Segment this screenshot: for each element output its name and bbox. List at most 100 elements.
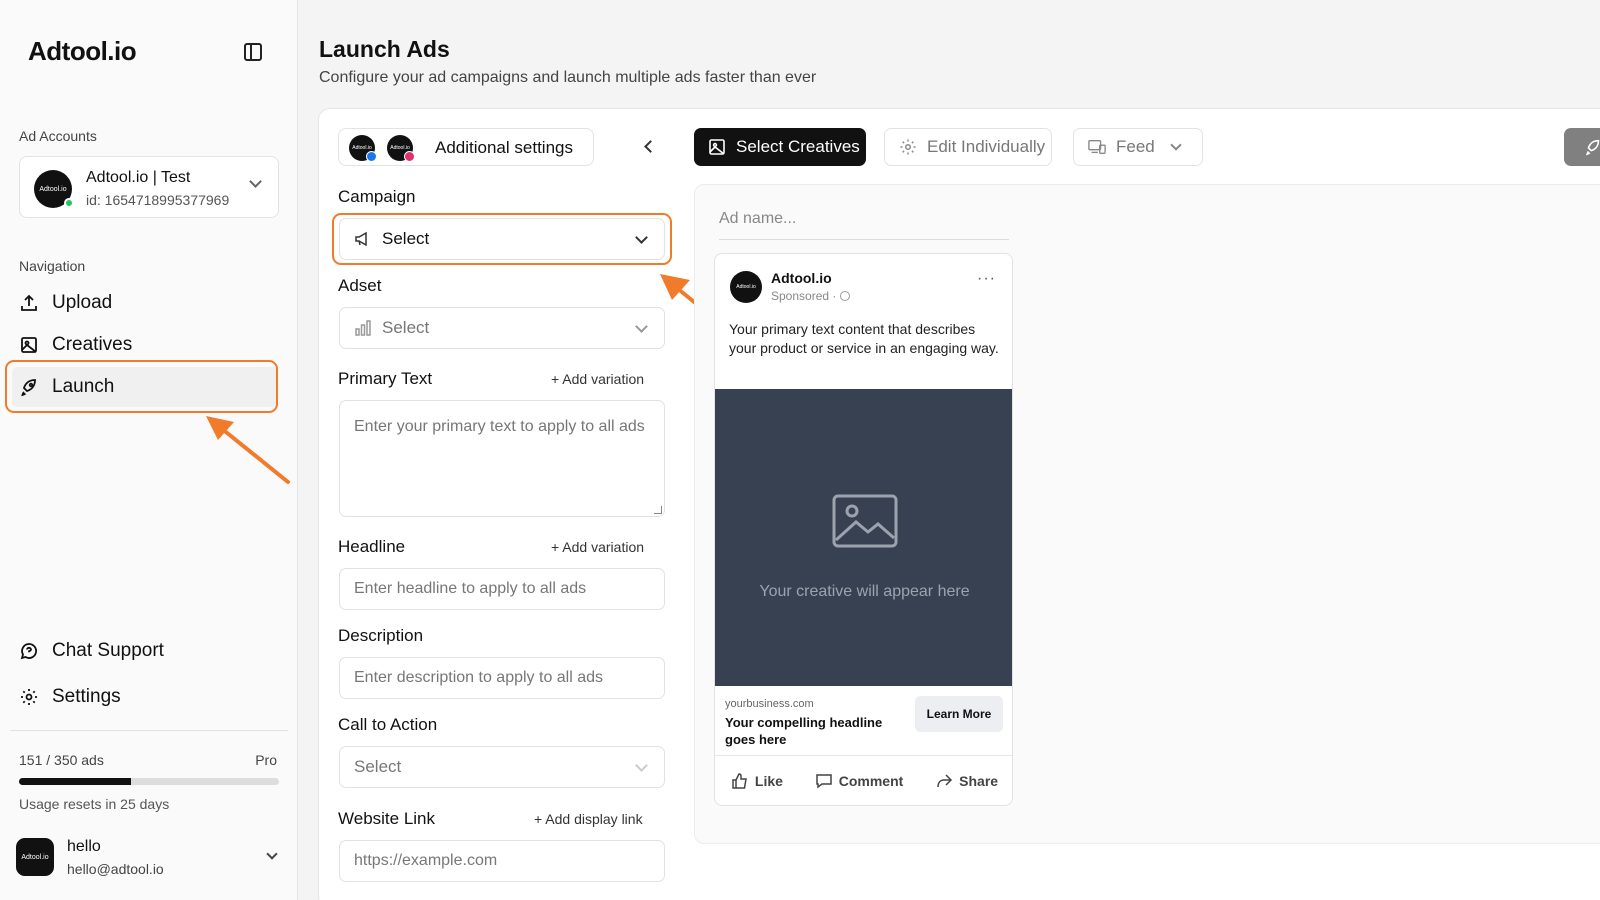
call-to-action-select[interactable]: Select	[339, 746, 665, 788]
media-placeholder-text: Your creative will appear here	[759, 583, 970, 600]
like-label: Like	[754, 773, 783, 789]
website-link-label: Website Link	[338, 809, 436, 828]
ad-accounts-label: Ad Accounts	[19, 128, 97, 144]
page-title: Launch Ads	[319, 36, 450, 62]
campaign-select[interactable]: Select	[339, 218, 665, 260]
website-link-placeholder: https://example.com	[354, 852, 498, 869]
chevron-down-icon	[249, 175, 262, 188]
account-id: id: 1654718995377969	[86, 192, 230, 208]
ad-primary-text: Your primary text content that describes…	[729, 321, 999, 356]
edit-individually-label: Edit Individually	[927, 137, 1046, 156]
add-variation-label: Add variation	[562, 371, 645, 387]
add-variation-label: Add variation	[562, 539, 645, 555]
image-placeholder-icon	[832, 494, 898, 548]
headline-placeholder: Enter headline to apply to all ads	[354, 580, 587, 597]
usage-progress-fill	[19, 778, 132, 785]
user-name: hello	[67, 838, 101, 855]
chevron-down-icon	[1170, 139, 1182, 151]
headline-input[interactable]: Enter headline to apply to all ads	[339, 568, 665, 610]
image-icon	[708, 138, 726, 156]
sidebar-item-label: Settings	[52, 686, 121, 707]
chevron-down-icon	[635, 759, 648, 772]
ad-preview-card: Adtool.io Adtool.io Sponsored · ··· Your…	[714, 253, 1013, 806]
sidebar-item-creatives[interactable]: Creatives	[12, 325, 278, 365]
devices-icon	[1088, 138, 1106, 156]
call-to-action-label: Call to Action	[338, 715, 438, 734]
sidebar-item-chat-support[interactable]: Chat Support	[12, 631, 278, 671]
ad-headline: Your compelling headline goes here	[725, 715, 883, 747]
add-primary-text-variation-button[interactable]: + Add variation	[551, 371, 644, 387]
facebook-icon	[366, 151, 377, 162]
additional-settings-button[interactable]: Adtool.io Adtool.io Additional settings	[338, 128, 594, 166]
primary-text-input[interactable]: Enter your primary text to apply to all …	[339, 400, 665, 517]
headline-label: Headline	[338, 537, 406, 556]
share-button[interactable]: Share	[935, 772, 998, 790]
ad-actions-bar: Like Comment Share	[715, 756, 1012, 805]
divider	[10, 730, 288, 731]
edit-individually-button[interactable]: Edit Individually	[884, 128, 1052, 166]
comment-button[interactable]: Comment	[815, 772, 904, 790]
ad-name-placeholder: Ad name...	[719, 210, 797, 227]
page-subtitle: Configure your ad campaigns and launch m…	[319, 69, 817, 86]
usage-progress-bar	[19, 778, 279, 785]
primary-text-placeholder: Enter your primary text to apply to all …	[354, 418, 645, 435]
add-display-link-button[interactable]: + Add display link	[534, 811, 643, 827]
app-logo: Adtool.io	[28, 36, 137, 66]
globe-icon	[839, 291, 850, 301]
primary-text-label: Primary Text	[338, 369, 433, 388]
user-email: hello@adtool.io	[67, 861, 164, 877]
image-icon	[19, 335, 39, 355]
user-avatar: Adtool.io	[16, 838, 54, 876]
website-link-input[interactable]: https://example.com	[339, 840, 665, 882]
sidebar-item-upload[interactable]: Upload	[12, 283, 278, 323]
more-options-icon[interactable]: ···	[977, 270, 996, 288]
select-creatives-label: Select Creatives	[736, 137, 860, 156]
resize-handle[interactable]	[654, 506, 662, 514]
select-creatives-button[interactable]: Select Creatives	[694, 128, 866, 166]
placement-feed-select[interactable]: Feed	[1073, 128, 1203, 166]
navigation-label: Navigation	[19, 258, 86, 274]
sidebar-item-label: Chat Support	[52, 640, 164, 661]
comment-label: Comment	[838, 773, 904, 789]
instagram-icon	[404, 151, 415, 162]
sidebar-item-settings[interactable]: Settings	[12, 677, 278, 717]
sponsored-text: Sponsored ·	[771, 289, 837, 303]
share-label: Share	[959, 773, 999, 789]
add-headline-variation-button[interactable]: + Add variation	[551, 539, 644, 555]
adset-select[interactable]: Select	[339, 307, 665, 349]
add-display-link-label: Add display link	[545, 811, 643, 827]
megaphone-icon	[354, 230, 372, 248]
account-name: Adtool.io | Test	[86, 169, 191, 186]
sidebar-toggle-icon[interactable]	[244, 43, 262, 61]
ad-brand-avatar: Adtool.io	[730, 271, 762, 303]
ad-link-row: yourbusiness.com Your compelling headlin…	[715, 686, 1012, 756]
rocket-icon	[19, 377, 39, 397]
ad-brand-name: Adtool.io	[771, 270, 832, 286]
thumbs-up-icon	[732, 773, 747, 789]
adset-label: Adset	[338, 276, 382, 295]
launch-button[interactable]	[1564, 128, 1600, 166]
like-button[interactable]: Like	[731, 772, 783, 790]
upload-icon	[19, 293, 39, 313]
sidebar-item-launch[interactable]: Launch	[12, 367, 278, 407]
description-label: Description	[338, 626, 424, 645]
user-menu-chevron-icon[interactable]	[266, 848, 278, 860]
sidebar-item-label: Creatives	[52, 334, 133, 355]
plan-badge: Pro	[255, 752, 277, 768]
gear-icon	[899, 138, 917, 156]
sidebar: Adtool.io Ad Accounts Adtool.io Adtool.i…	[0, 0, 298, 900]
additional-settings-label: Additional settings	[435, 138, 573, 157]
rocket-icon	[1586, 139, 1600, 156]
sidebar-item-label: Upload	[52, 292, 113, 313]
campaign-label: Campaign	[338, 187, 416, 206]
ad-account-selector[interactable]: Adtool.io Adtool.io | Test id: 165471899…	[19, 156, 279, 218]
adset-select-value: Select	[382, 318, 430, 337]
learn-more-button[interactable]: Learn More	[915, 696, 1003, 732]
ad-name-input[interactable]: Ad name...	[719, 210, 1009, 240]
feed-label: Feed	[1116, 137, 1155, 156]
description-input[interactable]: Enter description to apply to all ads	[339, 657, 665, 699]
chat-icon	[19, 641, 39, 661]
description-placeholder: Enter description to apply to all ads	[354, 669, 604, 686]
chevron-down-icon	[635, 231, 648, 244]
share-icon	[937, 774, 953, 788]
